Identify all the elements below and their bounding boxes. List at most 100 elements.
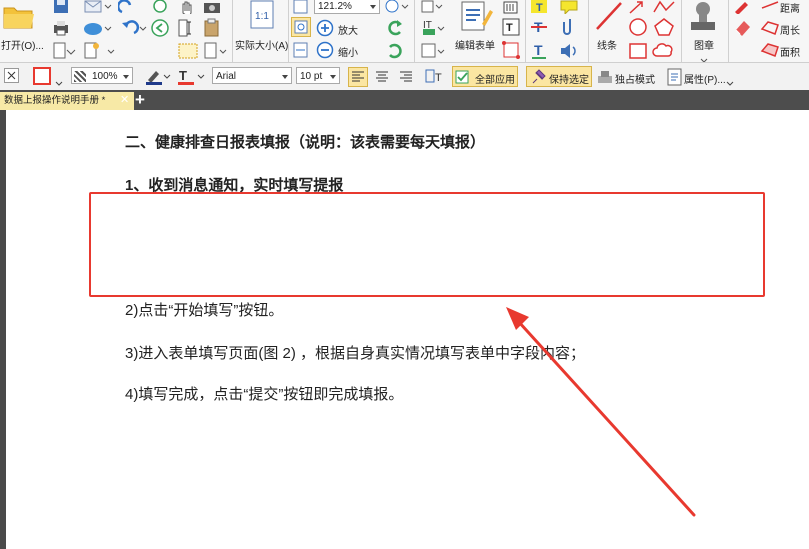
- line-tool-icon[interactable]: [594, 0, 624, 32]
- perimeter-icon[interactable]: [760, 19, 780, 37]
- camera-icon[interactable]: [203, 0, 221, 14]
- note-icon[interactable]: [558, 0, 582, 16]
- keep-selected-button[interactable]: 保持选定: [526, 66, 592, 87]
- document-icon[interactable]: [52, 42, 78, 60]
- close-tab-icon[interactable]: ✕: [120, 93, 129, 106]
- new-document-icon[interactable]: [83, 42, 117, 60]
- actual-size-label[interactable]: 实际大小(A): [235, 37, 288, 52]
- stamp-icon[interactable]: [688, 0, 718, 34]
- stamp-label[interactable]: 图章: [694, 37, 714, 52]
- divider: [414, 0, 415, 62]
- align-left-icon[interactable]: [348, 67, 368, 87]
- zoom-level-value: 121.2%: [318, 1, 352, 12]
- hand-tool-icon[interactable]: [178, 0, 198, 18]
- highlight-icon[interactable]: T: [529, 0, 549, 14]
- zoom-level-dropdown[interactable]: 121.2%: [314, 0, 380, 14]
- pencil-icon[interactable]: [733, 0, 751, 15]
- arrow-tool-icon[interactable]: [628, 0, 646, 14]
- svg-text:T: T: [506, 22, 513, 34]
- checkbox-field-icon[interactable]: [420, 42, 446, 60]
- fit-page-icon[interactable]: [291, 0, 311, 14]
- edit-form-icon[interactable]: [458, 0, 494, 32]
- redo-icon[interactable]: [116, 0, 142, 14]
- divider: [588, 0, 589, 62]
- document-tab[interactable]: 数据上报操作说明手册 *: [0, 92, 134, 110]
- divider: [681, 0, 682, 62]
- rectangle-tool-icon[interactable]: [628, 41, 648, 61]
- area-icon[interactable]: [760, 41, 780, 59]
- cloud-icon[interactable]: [83, 19, 113, 37]
- open-button-label[interactable]: 打开(O)...: [1, 37, 44, 52]
- properties-label[interactable]: 属性(P)...: [684, 71, 726, 86]
- text-color-icon[interactable]: T: [176, 67, 206, 87]
- new-tab-icon[interactable]: +: [135, 90, 145, 110]
- text-field-icon[interactable]: IT: [420, 17, 446, 37]
- edit-form-label[interactable]: 编辑表单: [455, 37, 495, 52]
- barcode-icon[interactable]: [502, 0, 520, 14]
- marquee-zoom-icon[interactable]: [291, 17, 311, 37]
- rotate-left-icon[interactable]: [385, 18, 405, 38]
- print-icon[interactable]: [52, 19, 70, 37]
- keep-selected-label: 保持选定: [549, 75, 589, 86]
- underline-icon[interactable]: T: [529, 41, 549, 61]
- actual-size-icon[interactable]: 1:1: [249, 0, 277, 30]
- svg-text:T: T: [536, 2, 543, 14]
- svg-text:T: T: [179, 68, 187, 83]
- font-size-dropdown[interactable]: 10 pt: [296, 67, 340, 84]
- save-icon[interactable]: [52, 0, 70, 14]
- undo-icon[interactable]: [120, 19, 148, 37]
- align-center-icon[interactable]: [372, 67, 392, 87]
- distance-icon[interactable]: [760, 0, 780, 14]
- align-right-icon[interactable]: [396, 67, 416, 87]
- document-page: 二、健康排查日报表填报（说明：该表需要每天填报） 1、收到消息通知，实时填写提报…: [6, 110, 809, 549]
- forward-icon[interactable]: [150, 0, 170, 14]
- zoom-out-label[interactable]: 缩小: [338, 44, 358, 59]
- exclusive-mode-label[interactable]: 独占模式: [615, 71, 655, 86]
- fit-width-icon[interactable]: [291, 41, 311, 59]
- audio-icon[interactable]: [558, 41, 582, 61]
- properties-dropdown-arrow-icon[interactable]: [726, 74, 734, 86]
- font-value: Arial: [216, 71, 237, 82]
- form-tool-icon[interactable]: [420, 0, 446, 14]
- open-folder-icon[interactable]: [2, 2, 36, 30]
- properties-icon[interactable]: [666, 67, 684, 87]
- strikeout-icon[interactable]: T: [529, 17, 549, 37]
- eraser-icon[interactable]: [733, 17, 753, 37]
- zoom-in-label[interactable]: 放大: [338, 22, 358, 37]
- border-color-swatch[interactable]: [33, 67, 51, 85]
- text-box-icon[interactable]: T: [502, 18, 520, 36]
- divider: [728, 0, 729, 62]
- cloud-shape-tool-icon[interactable]: [652, 41, 676, 61]
- snapshot-icon[interactable]: [177, 42, 199, 60]
- zoom-in-icon[interactable]: [316, 19, 334, 37]
- line-tool-label[interactable]: 线条: [597, 37, 617, 52]
- callout-icon[interactable]: [502, 41, 520, 59]
- distance-label[interactable]: 距离: [780, 0, 800, 15]
- exclusive-mode-icon[interactable]: [596, 68, 614, 86]
- zoom-tool-icon[interactable]: [384, 0, 410, 14]
- perimeter-label[interactable]: 周长: [780, 22, 800, 37]
- zoom-out-icon[interactable]: [316, 41, 334, 59]
- area-label[interactable]: 面积: [780, 44, 800, 59]
- format-toolbar: 100% T Arial 10 pt T 全部应用 保持选定 独占模式 属性(P…: [0, 62, 809, 91]
- apply-all-button[interactable]: 全部应用: [452, 66, 518, 87]
- ribbon-toolbar: 打开(O)... 1:1 实际大小(A) 121.2% 放大 缩小 IT 编辑表…: [0, 0, 809, 63]
- svg-text:1:1: 1:1: [255, 11, 269, 22]
- circle-tool-icon[interactable]: [628, 17, 648, 37]
- polygon-tool-icon[interactable]: [652, 17, 676, 37]
- dropdown-arrow-icon[interactable]: [55, 74, 63, 86]
- clipboard-icon[interactable]: [203, 18, 221, 38]
- rotate-right-icon[interactable]: [385, 41, 405, 61]
- clear-icon[interactable]: [4, 68, 19, 83]
- line-color-icon[interactable]: [144, 67, 172, 87]
- email-icon[interactable]: [83, 0, 113, 14]
- font-dropdown[interactable]: Arial: [212, 67, 292, 84]
- attachment-icon[interactable]: [558, 17, 582, 37]
- text-direction-icon[interactable]: T: [424, 67, 446, 87]
- stamp-dropdown-arrow-icon[interactable]: [700, 51, 708, 63]
- document-tab-label: 数据上报操作说明手册 *: [4, 95, 106, 106]
- polyline-tool-icon[interactable]: [652, 0, 676, 14]
- paste-icon[interactable]: [203, 42, 229, 60]
- back-icon[interactable]: [150, 18, 170, 38]
- select-text-icon[interactable]: [177, 18, 199, 38]
